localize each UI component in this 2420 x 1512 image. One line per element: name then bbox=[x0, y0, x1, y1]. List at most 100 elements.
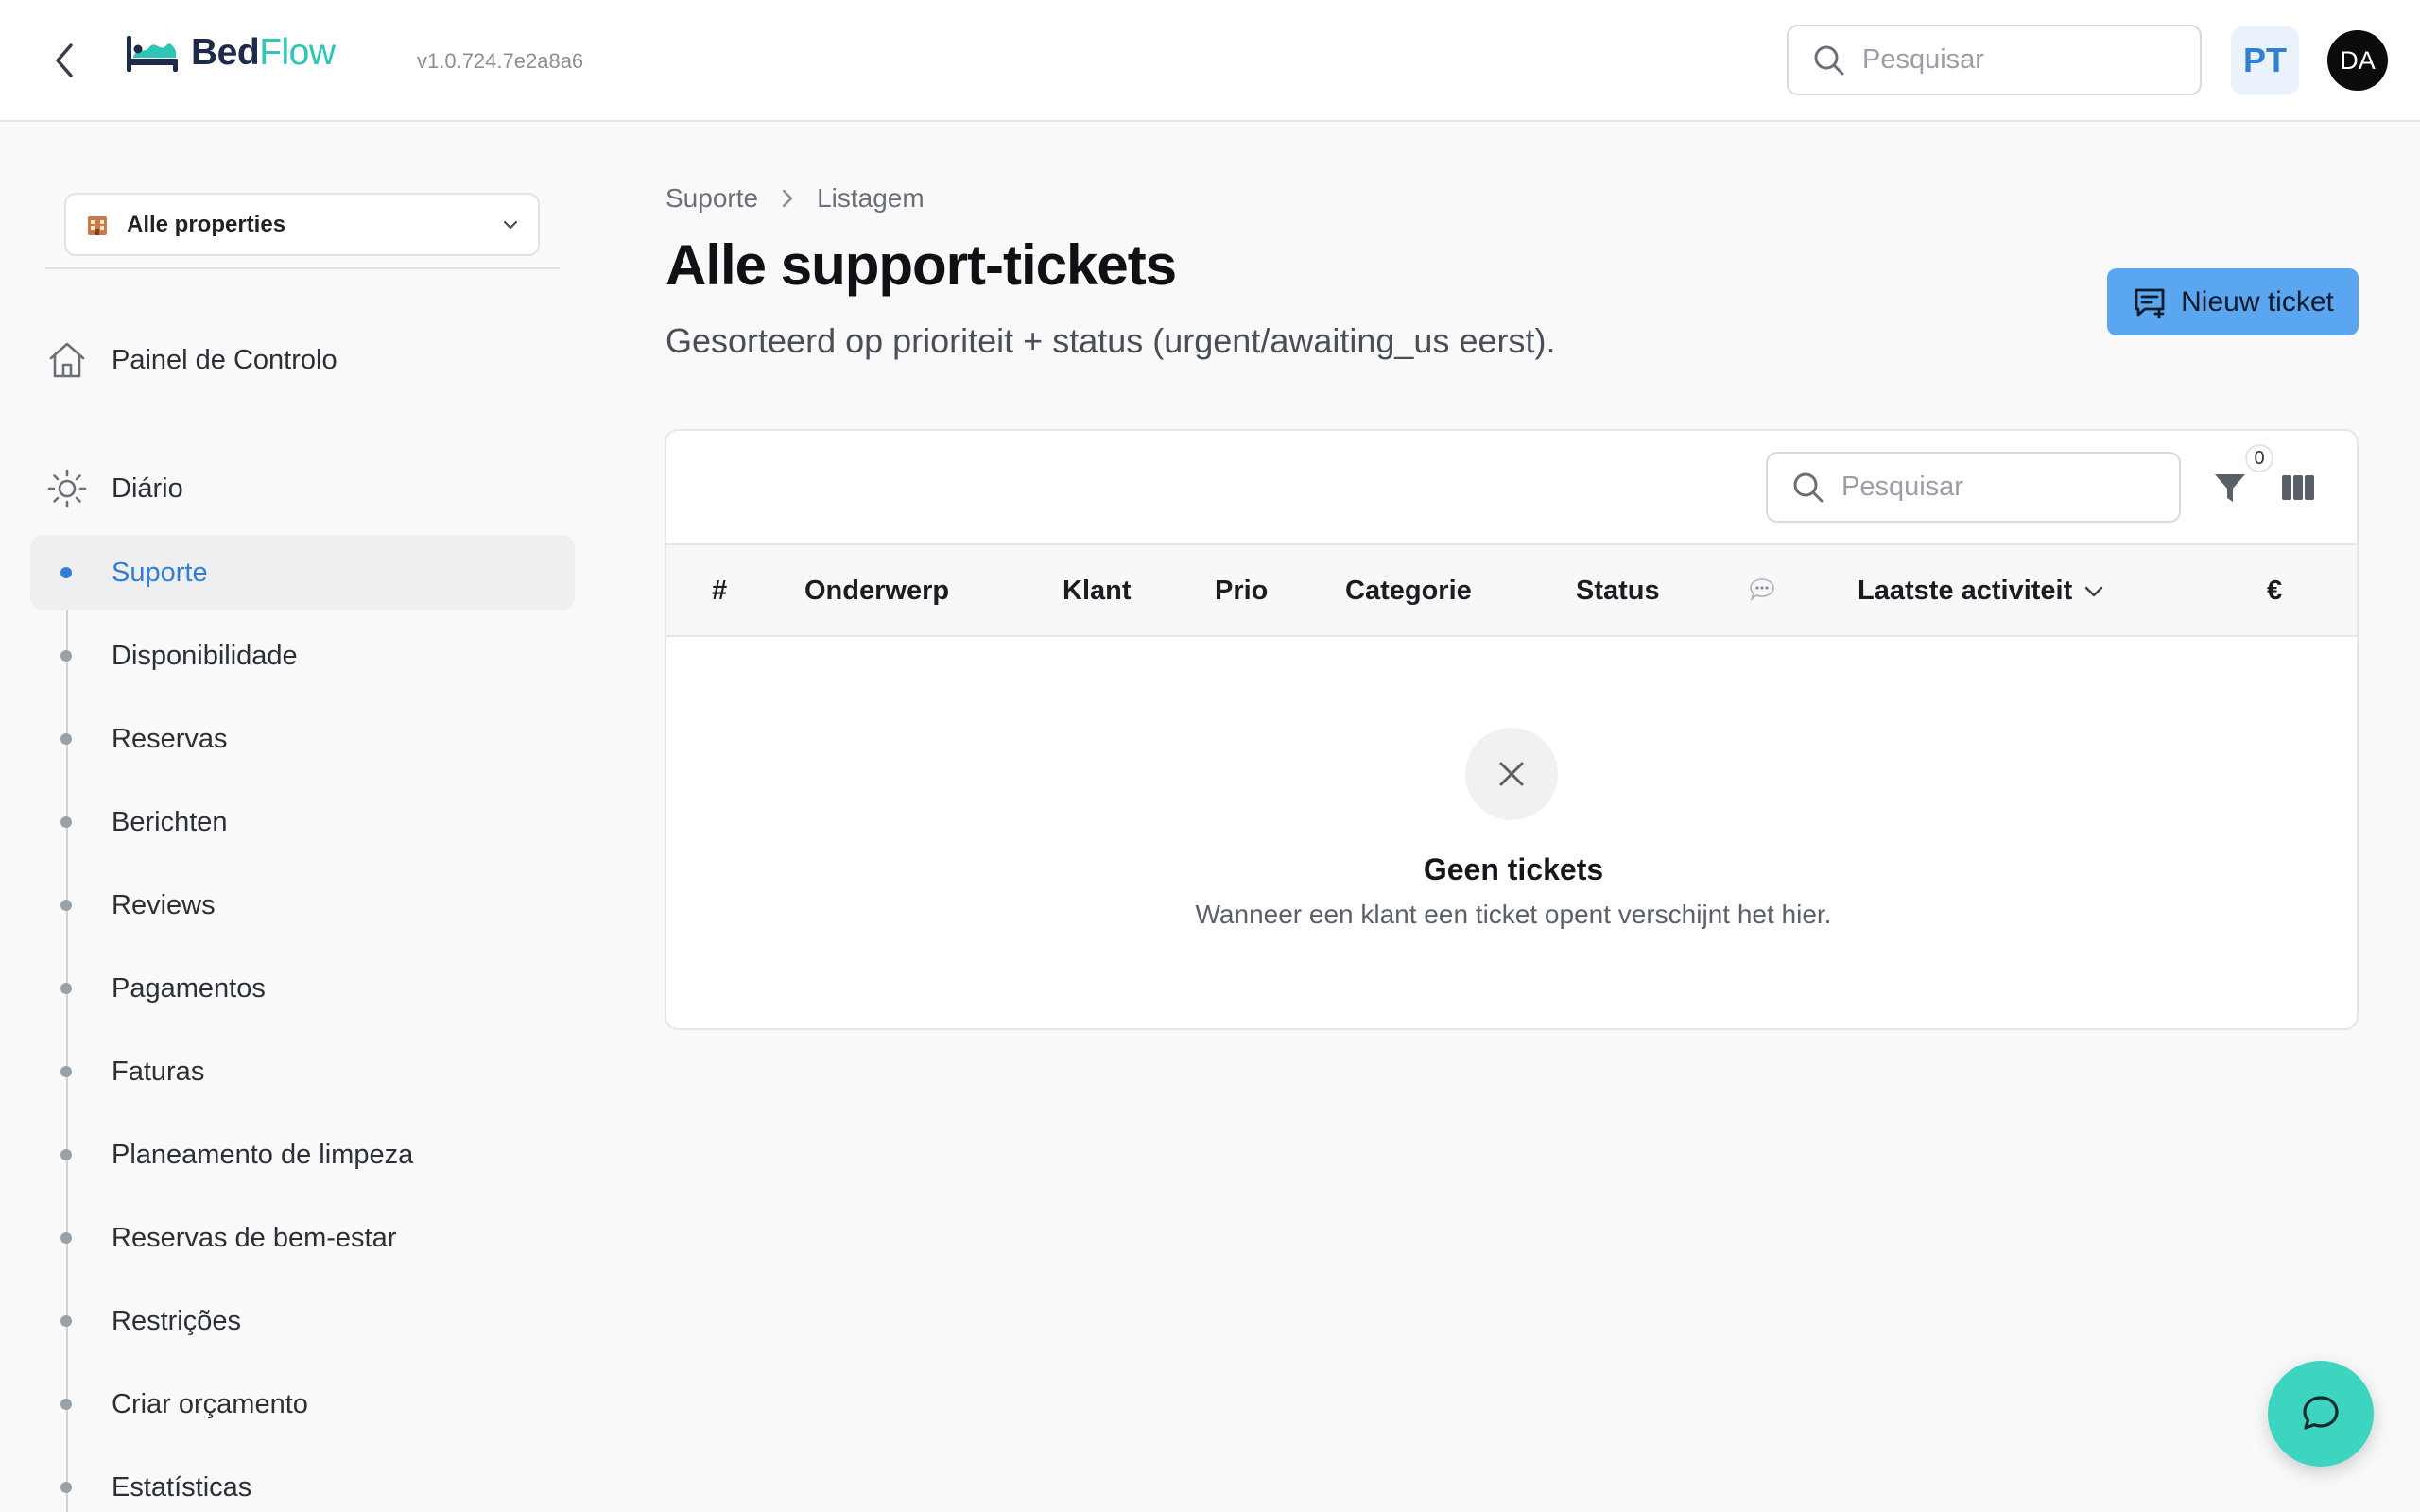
chevron-down-icon bbox=[503, 220, 518, 229]
sidebar-item-daily-label: Diário bbox=[112, 472, 183, 504]
column-header-label: # bbox=[712, 576, 728, 606]
column-header-client[interactable]: Klant bbox=[1063, 576, 1132, 607]
column-header-subject[interactable]: Onderwerp bbox=[804, 576, 949, 607]
sidebar-item-label: Suporte bbox=[112, 557, 208, 588]
page-subtitle: Gesorteerd op prioriteit + status (urgen… bbox=[666, 321, 1556, 360]
breadcrumb-item[interactable]: Suporte bbox=[666, 183, 758, 214]
sidebar-item-label: Disponibilidade bbox=[112, 640, 298, 671]
property-select[interactable]: Alle properties bbox=[64, 193, 540, 256]
sidebar-item-restrictions[interactable]: Restrições bbox=[60, 1300, 241, 1342]
table-search-input[interactable] bbox=[1841, 472, 2153, 503]
column-header-category[interactable]: Categorie bbox=[1345, 576, 1472, 607]
sidebar-tree-line bbox=[66, 548, 68, 1512]
sidebar-item-label: Restrições bbox=[112, 1305, 241, 1336]
sidebar-item-label: Reservas bbox=[112, 723, 228, 754]
empty-state-icon bbox=[1465, 728, 1558, 820]
columns-button[interactable] bbox=[2277, 467, 2319, 508]
sidebar-divider bbox=[45, 267, 560, 269]
columns-icon bbox=[2282, 475, 2314, 500]
bullet-icon bbox=[60, 733, 72, 745]
new-ticket-button[interactable]: Nieuw ticket bbox=[2107, 268, 2359, 335]
logo-text-flow: Flow bbox=[259, 32, 336, 73]
sidebar-item-reviews[interactable]: Reviews bbox=[60, 885, 216, 926]
column-header-label: Prio bbox=[1215, 576, 1269, 606]
breadcrumb-current: Listagem bbox=[817, 183, 925, 213]
table-header: # Onderwerp Klant Prio Categorie Status … bbox=[666, 543, 2357, 637]
global-search-input[interactable] bbox=[1862, 44, 2174, 76]
sidebar-item-statistics[interactable]: Estatísticas bbox=[60, 1467, 251, 1508]
search-icon bbox=[1814, 45, 1844, 75]
back-button[interactable] bbox=[45, 38, 83, 83]
empty-state-text: Wanneer een klant een ticket opent versc… bbox=[1195, 900, 1832, 929]
sidebar-item-cleaning[interactable]: Planeamento de limpeza bbox=[60, 1134, 413, 1176]
column-header-amount[interactable]: € bbox=[2267, 576, 2282, 607]
tickets-card: 0 # Onderwerp Klant Prio Categorie Statu… bbox=[665, 429, 2359, 1030]
sun-icon bbox=[47, 469, 87, 508]
page-title: Alle support-tickets bbox=[666, 233, 1177, 297]
sidebar-item-messages[interactable]: Berichten bbox=[60, 801, 228, 843]
version-label: v1.0.724.7e2a8a6 bbox=[417, 49, 584, 73]
property-select-label: Alle properties bbox=[127, 211, 286, 237]
sidebar-item-dashboard-label: Painel de Controlo bbox=[112, 344, 337, 375]
column-header-label: Categorie bbox=[1345, 576, 1472, 606]
column-header-label: Laatste activiteit bbox=[1858, 576, 2073, 606]
home-icon bbox=[49, 342, 85, 378]
sidebar-item-label: Criar orçamento bbox=[112, 1388, 308, 1419]
sidebar-item-payments[interactable]: Pagamentos bbox=[60, 968, 266, 1009]
top-bar: BedFlow v1.0.724.7e2a8a6 PT DA bbox=[0, 0, 2420, 122]
column-header-messages[interactable] bbox=[1748, 576, 1776, 603]
sidebar-item-dashboard[interactable]: Painel de Controlo bbox=[45, 338, 337, 382]
sidebar-item-label: Estatísticas bbox=[112, 1471, 252, 1503]
search-icon bbox=[1793, 472, 1824, 502]
sidebar-item-label: Pagamentos bbox=[112, 972, 266, 1004]
column-header-priority[interactable]: Prio bbox=[1215, 576, 1268, 607]
bullet-icon bbox=[60, 816, 72, 828]
sidebar-item-label: Faturas bbox=[112, 1056, 205, 1087]
sidebar-item-label: Planeamento de limpeza bbox=[112, 1139, 414, 1170]
bed-logo-icon bbox=[127, 36, 178, 72]
column-header-label: Onderwerp bbox=[804, 576, 950, 606]
filter-icon bbox=[2215, 474, 2245, 502]
sidebar-item-label: Reservas de bem-estar bbox=[112, 1222, 397, 1253]
bullet-icon bbox=[60, 1232, 72, 1244]
global-search[interactable] bbox=[1787, 25, 2202, 95]
bullet-icon bbox=[60, 1482, 72, 1493]
column-header-last-activity[interactable]: Laatste activiteit bbox=[1858, 576, 2104, 607]
sidebar-item-quote[interactable]: Criar orçamento bbox=[60, 1383, 308, 1425]
chevron-left-icon bbox=[56, 43, 73, 77]
chat-button[interactable] bbox=[2268, 1361, 2374, 1467]
message-plus-icon bbox=[2135, 288, 2165, 318]
sidebar-item-availability[interactable]: Disponibilidade bbox=[60, 635, 298, 677]
column-header-label: Klant bbox=[1063, 576, 1132, 606]
chevron-right-icon bbox=[782, 189, 793, 208]
bullet-icon bbox=[60, 1399, 72, 1410]
new-ticket-label: Nieuw ticket bbox=[2181, 285, 2334, 318]
sidebar-item-wellness[interactable]: Reservas de bem-estar bbox=[60, 1217, 396, 1259]
sidebar-item-invoices[interactable]: Faturas bbox=[60, 1051, 204, 1092]
close-icon bbox=[1499, 762, 1524, 786]
bullet-icon bbox=[60, 900, 72, 911]
chat-bubble-icon bbox=[2303, 1396, 2339, 1430]
bullet-icon bbox=[60, 983, 72, 994]
bullet-icon bbox=[60, 1149, 72, 1160]
language-button[interactable]: PT bbox=[2231, 26, 2299, 94]
logo-text-bed: Bed bbox=[191, 32, 260, 73]
column-header-status[interactable]: Status bbox=[1576, 576, 1660, 607]
avatar[interactable]: DA bbox=[2327, 30, 2388, 91]
sidebar-item-label: Berichten bbox=[112, 806, 228, 837]
column-header-label: Status bbox=[1576, 576, 1660, 606]
column-header-label: € bbox=[2267, 576, 2283, 606]
table-search[interactable] bbox=[1766, 452, 2181, 523]
sort-descending-icon bbox=[2085, 586, 2103, 596]
logo[interactable]: BedFlow bbox=[125, 32, 336, 74]
sidebar-item-support[interactable]: Suporte bbox=[60, 552, 208, 593]
sidebar-item-reservations[interactable]: Reservas bbox=[60, 718, 228, 760]
empty-state-title: Geen tickets bbox=[1423, 852, 1604, 886]
filter-button[interactable] bbox=[2209, 467, 2251, 508]
filter-count-badge: 0 bbox=[2245, 444, 2273, 472]
sidebar-item-daily[interactable]: Diário bbox=[45, 467, 183, 510]
column-header-number[interactable]: # bbox=[712, 576, 727, 607]
speech-bubble-icon bbox=[1750, 578, 1774, 602]
bullet-icon bbox=[60, 1315, 72, 1327]
bullet-icon bbox=[60, 650, 72, 662]
